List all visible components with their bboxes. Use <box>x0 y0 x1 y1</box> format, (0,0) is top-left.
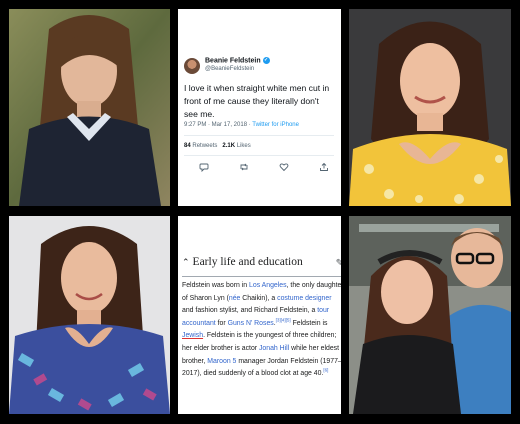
section-body: Feldstein was born in Los Angeles, the o… <box>182 280 341 381</box>
street-photo-image <box>349 216 511 414</box>
edit-pencil-icon[interactable]: ✎ <box>336 258 341 269</box>
retweet-icon[interactable] <box>239 162 249 172</box>
section-title: Early life and education <box>192 256 303 268</box>
heading-underline <box>182 276 341 277</box>
link-nee[interactable]: née <box>229 295 241 302</box>
divider <box>184 135 334 136</box>
citation-link[interactable]: [3][4][5] <box>276 317 291 323</box>
body-text: Feldstein is <box>290 319 328 327</box>
share-icon[interactable] <box>319 162 329 172</box>
body-text: Chaikin), a <box>240 294 278 302</box>
like-icon[interactable] <box>279 162 289 172</box>
body-text: Feldstein was born in <box>182 282 250 289</box>
photo-bottom-right <box>349 216 511 414</box>
body-text: and fashion stylist, and Richard Feldste… <box>182 307 318 315</box>
likes-label: Likes <box>235 143 251 149</box>
body-text: for <box>215 319 228 327</box>
tweet-time[interactable]: 9:27 PM · Mar 17, 2018 · <box>184 122 252 128</box>
section-heading[interactable]: ⌃ Early life and education ✎ <box>182 256 341 276</box>
link-maroon-5[interactable]: Maroon 5 <box>207 358 236 365</box>
photo-bottom-left <box>9 216 170 414</box>
wikipedia-excerpt: ⌃ Early life and education ✎ Feldstein wa… <box>178 216 341 414</box>
likes-count[interactable]: 2.1K <box>222 143 235 149</box>
photo-top-left <box>9 9 170 206</box>
tweet-header: Beanie Feldstein ✓ @BeanieFeldstein <box>184 56 334 76</box>
retweets-label: Retweets <box>190 143 223 149</box>
verified-badge-icon: ✓ <box>262 57 270 64</box>
link-costume-designer[interactable]: costume designer <box>277 295 331 302</box>
tweet-timestamp: 9:27 PM · Mar 17, 2018 · Twitter for iPh… <box>184 122 299 128</box>
chevron-up-icon[interactable]: ⌃ <box>182 257 190 267</box>
tweet-card: Beanie Feldstein ✓ @BeanieFeldstein I lov… <box>178 9 341 206</box>
tweet-author-name[interactable]: Beanie Feldstein ✓ <box>205 57 270 64</box>
link-jewish[interactable]: Jewish <box>182 332 203 339</box>
display-name: Beanie Feldstein <box>205 57 261 65</box>
citation-link[interactable]: [6] <box>323 368 328 373</box>
tweet-source-link[interactable]: Twitter for iPhone <box>252 122 299 128</box>
divider <box>184 155 334 156</box>
link-jonah-hill[interactable]: Jonah Hill <box>259 345 289 352</box>
portrait-image <box>349 9 511 206</box>
tweet-stats: 84 Retweets 2.1K Likes <box>184 143 251 149</box>
link-los-angeles[interactable]: Los Angeles <box>249 282 287 289</box>
avatar[interactable] <box>184 58 200 74</box>
portrait-image <box>9 9 170 206</box>
reply-icon[interactable] <box>199 162 209 173</box>
tweet-handle[interactable]: @BeanieFeldstein <box>205 66 254 72</box>
portrait-image <box>9 216 170 414</box>
tweet-actions <box>184 162 334 174</box>
tweet-text: I love it when straight white men cut in… <box>184 83 330 119</box>
link-guns-n-roses[interactable]: Guns N' Roses <box>228 320 274 327</box>
photo-top-right <box>349 9 511 206</box>
retweets-count[interactable]: 84 <box>184 143 191 149</box>
